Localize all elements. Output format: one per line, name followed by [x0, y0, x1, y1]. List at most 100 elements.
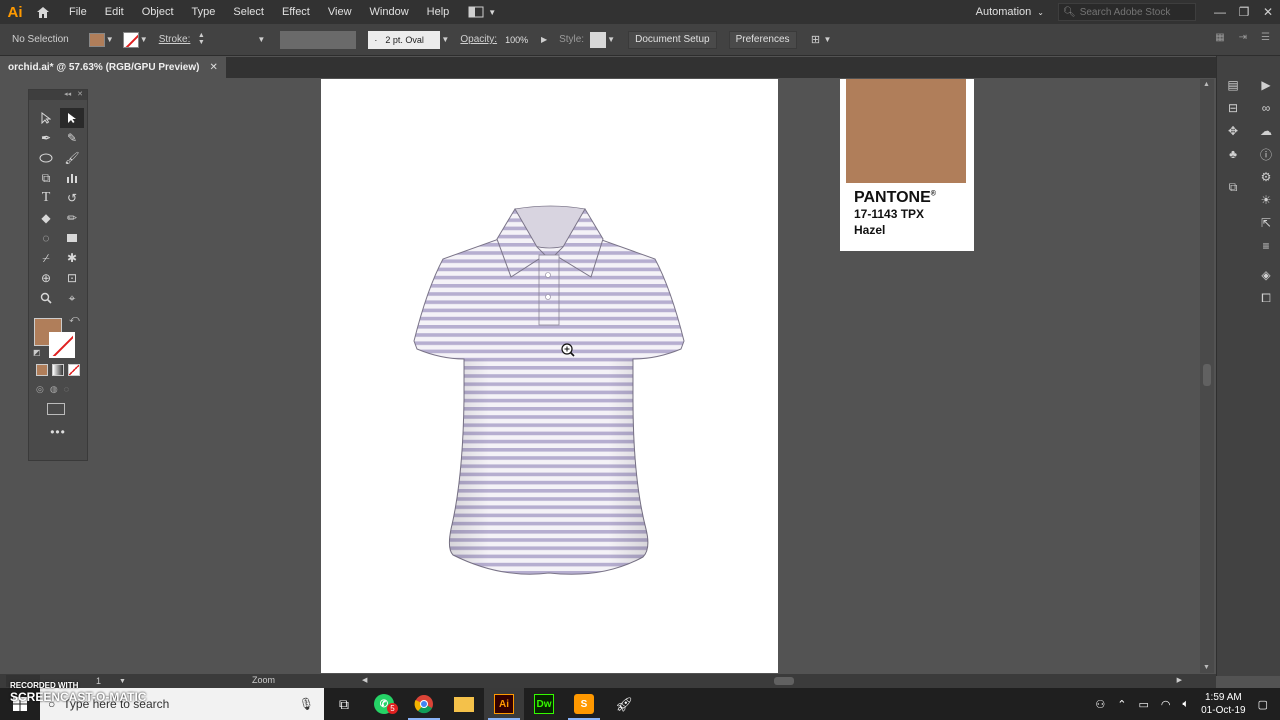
workspace-switcher[interactable]: Automation ⌄ [976, 6, 1044, 18]
links-icon[interactable]: ∞ [1255, 97, 1277, 119]
menu-effect[interactable]: Effect [273, 0, 319, 24]
puppet-warp-tool-icon[interactable]: ✱ [60, 248, 84, 268]
rocket-app[interactable]: 🚀︎ [604, 688, 644, 720]
opacity-input[interactable]: 100% [503, 31, 540, 48]
dreamweaver-app[interactable]: Dw [524, 688, 564, 720]
chevron-down-icon[interactable]: ▼ [823, 33, 833, 47]
asset-export-icon[interactable]: ⧉ [1222, 176, 1244, 198]
draw-normal-icon[interactable]: ◎ [36, 384, 44, 395]
artboard-tool-icon[interactable]: ⊡ [60, 268, 84, 288]
menu-help[interactable]: Help [418, 0, 459, 24]
type-tool-icon[interactable]: T [34, 188, 58, 208]
paintbrush-tool-icon[interactable]: 🖌︎ [60, 148, 84, 168]
scroll-up-icon[interactable]: ▲ [1203, 81, 1210, 88]
layers-icon[interactable]: ◈ [1255, 264, 1277, 286]
menu-window[interactable]: Window [361, 0, 418, 24]
menu-type[interactable]: Type [183, 0, 225, 24]
puppet-icon[interactable]: ✥ [1222, 120, 1244, 142]
restore-button[interactable]: ❐ [1232, 0, 1256, 24]
clock[interactable]: 1:59 AM 01-Oct-19 [1201, 691, 1245, 717]
selection-tool-icon[interactable] [34, 108, 58, 128]
chevron-down-icon[interactable]: ▼ [440, 33, 450, 47]
chevron-down-icon[interactable]: ▼ [139, 33, 149, 47]
adobe-stock-search[interactable]: 🔍︎ [1058, 3, 1196, 21]
none-mode-icon[interactable] [68, 364, 80, 376]
scroll-left-icon[interactable]: ◀ [362, 676, 367, 684]
preferences-button[interactable]: Preferences [728, 30, 797, 49]
document-info-icon[interactable]: ⓘ [1255, 143, 1277, 165]
rectangle-tool-icon[interactable] [60, 228, 84, 248]
column-graph-tool-icon[interactable] [60, 168, 84, 188]
chevron-up-icon[interactable]: ⌃ [1117, 698, 1126, 711]
cc-libraries-icon[interactable]: ☁ [1255, 120, 1277, 142]
wifi-icon[interactable]: ◠ [1161, 698, 1171, 711]
graphic-style-swatch[interactable] [590, 31, 607, 48]
scroll-down-icon[interactable]: ▼ [1203, 664, 1210, 671]
libraries-icon[interactable]: ⊟ [1222, 97, 1244, 119]
volume-icon[interactable]: 🔈︎ [1183, 698, 1190, 711]
collapse-icon[interactable]: ◂◂ [64, 90, 71, 100]
stroke-color-box[interactable] [49, 332, 75, 358]
pantone-swatch-card[interactable]: PANTONE® 17-1143 TPX Hazel [840, 79, 974, 251]
polo-shirt-artwork[interactable] [321, 79, 778, 673]
panel-menu-icon[interactable]: ☰ [1261, 32, 1270, 43]
illustrator-app[interactable]: Ai [484, 688, 524, 720]
ellipse-tool-icon[interactable] [34, 148, 58, 168]
chevron-down-icon[interactable]: ▼ [105, 33, 115, 47]
screen-mode-icon[interactable] [47, 403, 65, 415]
pencil-tool-icon[interactable]: ✏ [60, 208, 84, 228]
symbol-sprayer-tool-icon[interactable]: ⌖ [60, 288, 84, 308]
minimize-button[interactable]: — [1208, 0, 1232, 24]
stroke-weight-input[interactable] [210, 31, 257, 48]
menu-view[interactable]: View [319, 0, 361, 24]
transform-icon[interactable]: ⇥ [1239, 32, 1247, 43]
menu-edit[interactable]: Edit [96, 0, 133, 24]
color-mode-icon[interactable] [36, 364, 48, 376]
direct-selection-tool-icon[interactable] [60, 108, 84, 128]
artboard[interactable] [321, 79, 778, 673]
horizontal-scroll-thumb[interactable] [774, 677, 794, 685]
artboards-icon[interactable]: ⧠ [1255, 287, 1277, 309]
brightness-icon[interactable]: ☀ [1255, 189, 1277, 211]
lasso-tool-icon[interactable]: ◌ [34, 228, 58, 248]
shape-builder-tool-icon[interactable]: ⊕ [34, 268, 58, 288]
menu-file[interactable]: File [60, 0, 96, 24]
draw-inside-icon[interactable]: ◌ [64, 384, 69, 395]
draw-behind-icon[interactable]: ◍ [50, 384, 58, 395]
home-icon[interactable] [30, 0, 56, 24]
vertical-scroll-thumb[interactable] [1203, 364, 1211, 386]
notifications-icon[interactable]: ▢ [1258, 698, 1268, 711]
close-tab-icon[interactable]: ✕ [209, 62, 217, 73]
zoom-tool-icon[interactable] [34, 288, 58, 308]
chevron-right-icon[interactable]: ▶ [539, 33, 549, 47]
eraser-tool-icon[interactable]: ◆ [34, 208, 58, 228]
default-fill-stroke-icon[interactable]: ◩ [33, 348, 41, 357]
whatsapp-app[interactable]: ✆ 5 [364, 688, 404, 720]
chevron-down-icon[interactable]: ▼ [606, 33, 616, 47]
document-tab[interactable]: orchid.ai* @ 57.63% (RGB/GPU Preview) ✕ [0, 57, 226, 78]
fill-swatch[interactable] [88, 32, 105, 47]
properties-icon[interactable]: ▤ [1222, 74, 1244, 96]
sublime-app[interactable]: S [564, 688, 604, 720]
gradient-mode-icon[interactable] [52, 364, 64, 376]
brush-definition[interactable]: · 2 pt. Oval [368, 30, 441, 49]
free-transform-tool-icon[interactable]: ⧉ [34, 168, 58, 188]
export-icon[interactable]: ⇱ [1255, 212, 1277, 234]
stroke-label[interactable]: Stroke: [159, 34, 191, 45]
pen-tool-icon[interactable]: ✒ [34, 128, 58, 148]
vertical-scrollbar[interactable]: ▲ ▼ [1200, 79, 1214, 673]
chrome-app[interactable] [404, 688, 444, 720]
actions-play-icon[interactable]: ▶ [1255, 74, 1277, 96]
menu-select[interactable]: Select [224, 0, 273, 24]
close-window-button[interactable]: ✕ [1256, 0, 1280, 24]
stroke-stepper[interactable]: ▲ ▼ [196, 32, 206, 48]
align-icon[interactable]: ▦ [1215, 32, 1224, 43]
variable-width-profile[interactable] [280, 30, 357, 49]
microphone-icon[interactable]: 🎙︎ [299, 697, 314, 711]
curvature-tool-icon[interactable]: ✎ [60, 128, 84, 148]
stock-search-input[interactable] [1079, 6, 1190, 18]
document-setup-button[interactable]: Document Setup [628, 30, 717, 49]
file-explorer-app[interactable] [444, 688, 484, 720]
symbols-icon[interactable]: ♣ [1222, 143, 1244, 165]
gear-icon[interactable]: ⚙ [1255, 166, 1277, 188]
